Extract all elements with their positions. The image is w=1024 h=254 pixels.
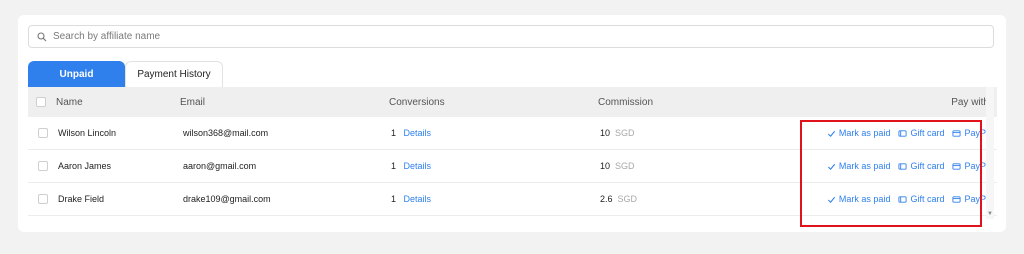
affiliate-email: drake109@gmail.com bbox=[183, 194, 271, 204]
pay-actions: Mark as paid Gift card PayPal bbox=[827, 128, 993, 138]
payment-card-icon bbox=[952, 162, 962, 170]
affiliate-payouts-card: Unpaid Payment History Name Email Conver… bbox=[18, 15, 1006, 232]
row-checkbox[interactable] bbox=[38, 161, 48, 171]
gift-card-button[interactable]: Gift card bbox=[898, 194, 944, 204]
affiliate-name: Aaron James bbox=[58, 161, 112, 171]
table-header: Name Email Conversions Commission Pay wi… bbox=[28, 87, 997, 117]
conversions-cell: 1 Details bbox=[391, 194, 431, 204]
gift-card-label: Gift card bbox=[910, 194, 945, 204]
scroll-down-arrow-icon[interactable]: ▼ bbox=[986, 211, 994, 217]
gift-card-icon bbox=[898, 195, 908, 203]
header-pay-with: Pay with bbox=[951, 96, 989, 108]
header-commission: Commission bbox=[598, 96, 654, 108]
table-row: Wilson Lincoln wilson368@mail.com 1 Deta… bbox=[28, 117, 997, 150]
mark-as-paid-label: Mark as paid bbox=[838, 194, 891, 204]
mark-as-paid-button[interactable]: Mark as paid bbox=[827, 128, 891, 138]
pay-actions: Mark as paid Gift card PayPal bbox=[827, 194, 993, 204]
conversions-count: 1 bbox=[391, 161, 397, 171]
header-conversions: Conversions bbox=[389, 96, 445, 108]
mark-as-paid-button[interactable]: Mark as paid bbox=[827, 161, 891, 171]
conversions-count: 1 bbox=[391, 194, 397, 204]
mark-as-paid-label: Mark as paid bbox=[838, 161, 891, 171]
check-icon bbox=[827, 196, 835, 203]
affiliate-name: Wilson Lincoln bbox=[58, 128, 117, 138]
payment-card-icon bbox=[952, 195, 962, 203]
tab-unpaid[interactable]: Unpaid bbox=[28, 61, 125, 87]
tab-payment-history[interactable]: Payment History bbox=[125, 61, 223, 87]
details-link[interactable]: Details bbox=[404, 161, 432, 171]
select-all-checkbox[interactable] bbox=[36, 97, 46, 107]
header-name: Name bbox=[56, 96, 83, 108]
details-link[interactable]: Details bbox=[404, 194, 432, 204]
gift-card-button[interactable]: Gift card bbox=[898, 128, 944, 138]
commission-cell: 10 SGD bbox=[600, 128, 635, 138]
affiliate-name: Drake Field bbox=[58, 194, 105, 204]
table-scrollbar[interactable]: ▼ bbox=[986, 87, 994, 219]
conversions-cell: 1 Details bbox=[391, 161, 431, 171]
conversions-count: 1 bbox=[391, 128, 397, 138]
row-checkbox[interactable] bbox=[38, 128, 48, 138]
table-row: Drake Field drake109@gmail.com 1 Details… bbox=[28, 183, 997, 216]
affiliate-table: Name Email Conversions Commission Pay wi… bbox=[28, 87, 997, 216]
gift-card-button[interactable]: Gift card bbox=[898, 161, 944, 171]
details-link[interactable]: Details bbox=[404, 128, 432, 138]
commission-value: 10 bbox=[600, 128, 611, 138]
payment-card-icon bbox=[952, 129, 962, 137]
gift-card-icon bbox=[898, 162, 908, 170]
search-bar[interactable] bbox=[28, 25, 994, 48]
gift-card-label: Gift card bbox=[910, 161, 945, 171]
header-email: Email bbox=[180, 96, 206, 108]
gift-card-icon bbox=[898, 129, 908, 137]
pay-actions: Mark as paid Gift card PayPal bbox=[827, 161, 993, 171]
row-checkbox[interactable] bbox=[38, 194, 48, 204]
currency-label: SGD bbox=[615, 128, 635, 138]
mark-as-paid-label: Mark as paid bbox=[838, 128, 891, 138]
commission-value: 2.6 bbox=[600, 194, 613, 204]
check-icon bbox=[827, 163, 835, 170]
affiliate-email: wilson368@mail.com bbox=[183, 128, 269, 138]
commission-cell: 10 SGD bbox=[600, 161, 635, 171]
tab-bar: Unpaid Payment History bbox=[28, 61, 223, 87]
search-icon bbox=[37, 31, 47, 41]
table-row: Aaron James aaron@gmail.com 1 Details 10… bbox=[28, 150, 997, 183]
affiliate-email: aaron@gmail.com bbox=[183, 161, 257, 171]
mark-as-paid-button[interactable]: Mark as paid bbox=[827, 194, 891, 204]
commission-value: 10 bbox=[600, 161, 611, 171]
gift-card-label: Gift card bbox=[910, 128, 945, 138]
currency-label: SGD bbox=[617, 194, 638, 204]
commission-cell: 2.6 SGD bbox=[600, 194, 637, 204]
check-icon bbox=[827, 130, 835, 137]
currency-label: SGD bbox=[615, 161, 635, 171]
search-input[interactable] bbox=[53, 31, 953, 42]
conversions-cell: 1 Details bbox=[391, 128, 431, 138]
